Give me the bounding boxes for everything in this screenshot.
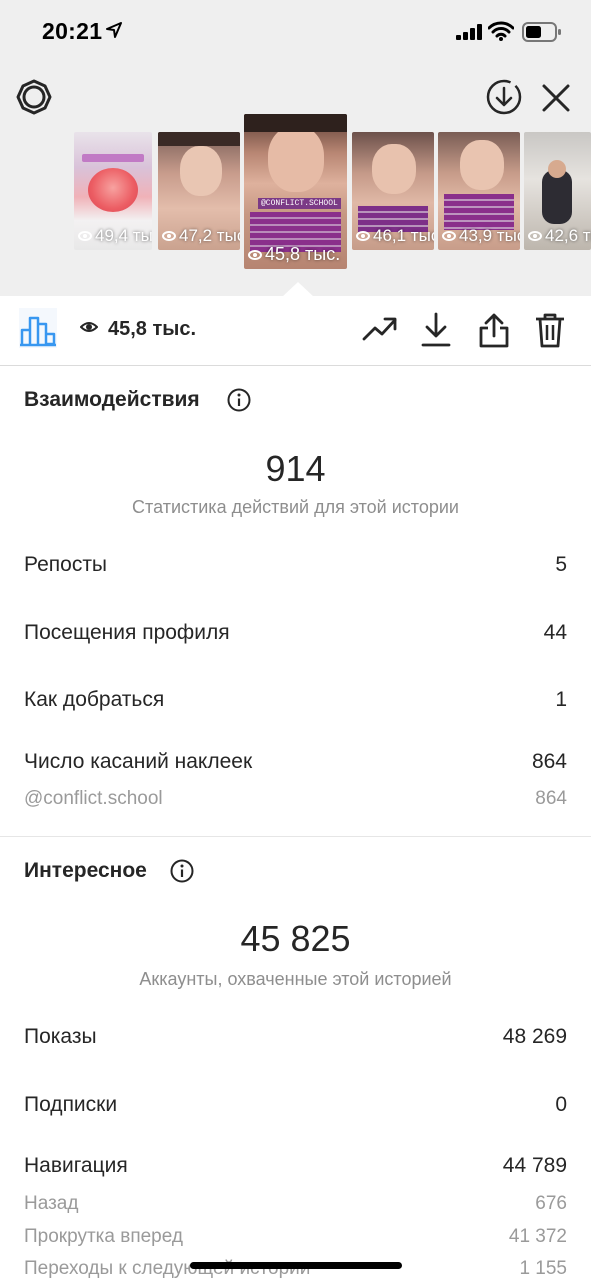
stat-label: Репосты bbox=[24, 553, 108, 576]
stat-value: 44 789 bbox=[502, 1154, 567, 1177]
selected-story-pointer bbox=[282, 282, 314, 297]
story-thumbnail-selected[interactable]: @CONFLICT.SCHOOL 45,8 тыс. bbox=[244, 114, 347, 269]
thumbnail-views: 46,1 тыс bbox=[373, 226, 434, 245]
story-thumbnail[interactable]: 47,2 тыс bbox=[158, 132, 240, 250]
story-thumbnail[interactable]: 49,4 тыс bbox=[74, 132, 152, 250]
stat-label: Подписки bbox=[24, 1093, 118, 1116]
story-toolbar: 45,8 тыс. bbox=[0, 296, 591, 366]
trending-icon[interactable] bbox=[362, 316, 398, 342]
stat-sub-label: @conflict.school bbox=[24, 788, 163, 809]
home-indicator[interactable] bbox=[190, 1262, 402, 1269]
location-arrow-icon bbox=[106, 22, 122, 38]
eye-icon bbox=[248, 249, 262, 260]
share-icon[interactable] bbox=[477, 312, 511, 348]
thumbnail-views: 49,4 тыс bbox=[95, 226, 152, 245]
stat-label: Посещения профиля bbox=[24, 621, 230, 644]
stat-value: 864 bbox=[531, 750, 567, 773]
stat-value: 1 bbox=[555, 688, 567, 711]
stat-value: 44 bbox=[543, 621, 567, 644]
stat-sub-label: Прокрутка вперед bbox=[24, 1226, 183, 1247]
eye-icon bbox=[80, 322, 98, 332]
story-thumbnail-strip: 49,4 тыс 47,2 тыс @CONFLICT.SCHOOL 45,8 … bbox=[0, 110, 591, 290]
thumbnail-views: 47,2 тыс bbox=[179, 226, 240, 245]
stat-sub-label: Назад bbox=[24, 1193, 79, 1214]
bar-chart-icon[interactable] bbox=[18, 308, 58, 348]
eye-icon bbox=[356, 231, 370, 241]
interactions-total: 914 bbox=[265, 448, 326, 489]
trash-icon[interactable] bbox=[534, 312, 566, 348]
signal-icon bbox=[456, 24, 482, 40]
story-thumbnail[interactable]: 42,6 тыс bbox=[524, 132, 591, 250]
section-divider bbox=[0, 836, 591, 837]
story-views-count: 45,8 тыс. bbox=[108, 318, 197, 340]
stat-label: Навигация bbox=[24, 1154, 128, 1177]
stat-sub-value: 41 372 bbox=[508, 1226, 567, 1247]
battery-icon bbox=[522, 22, 561, 42]
stat-sub-value: 1 155 bbox=[519, 1258, 567, 1279]
stat-value: 48 269 bbox=[502, 1025, 567, 1048]
stat-label: Как добраться bbox=[24, 688, 165, 711]
status-time: 20:21 bbox=[42, 18, 103, 44]
discovery-total: 45 825 bbox=[240, 918, 351, 959]
stat-sub-value: 676 bbox=[535, 1193, 567, 1214]
wifi-icon bbox=[488, 21, 514, 41]
interactions-caption: Статистика действий для этой истории bbox=[132, 497, 459, 517]
status-bar: 20:21 bbox=[0, 0, 591, 64]
stat-value: 5 bbox=[555, 553, 567, 576]
story-thumbnail[interactable]: 46,1 тыс bbox=[352, 132, 434, 250]
download-icon[interactable] bbox=[420, 312, 452, 348]
discovery-caption: Аккаунты, охваченные этой историей bbox=[139, 969, 452, 989]
info-icon[interactable] bbox=[227, 388, 251, 412]
interactions-title: Взаимодействия bbox=[24, 388, 200, 411]
thumbnail-views: 43,9 тыс bbox=[459, 226, 520, 245]
info-icon[interactable] bbox=[170, 859, 194, 883]
eye-icon bbox=[78, 231, 92, 241]
story-thumbnail[interactable]: 43,9 тыс bbox=[438, 132, 520, 250]
eye-icon bbox=[162, 231, 176, 241]
stat-value: 0 bbox=[555, 1093, 567, 1116]
stat-label: Число касаний наклеек bbox=[24, 750, 253, 773]
eye-icon bbox=[442, 231, 456, 241]
eye-icon bbox=[528, 231, 542, 241]
thumbnail-views: 45,8 тыс. bbox=[265, 244, 341, 264]
stat-label: Показы bbox=[24, 1025, 97, 1048]
thumbnail-views: 42,6 тыс bbox=[545, 226, 591, 245]
thumbnail-tag: @CONFLICT.SCHOOL bbox=[258, 198, 341, 209]
discovery-title: Интересное bbox=[24, 859, 147, 882]
stat-sub-value: 864 bbox=[535, 788, 567, 809]
